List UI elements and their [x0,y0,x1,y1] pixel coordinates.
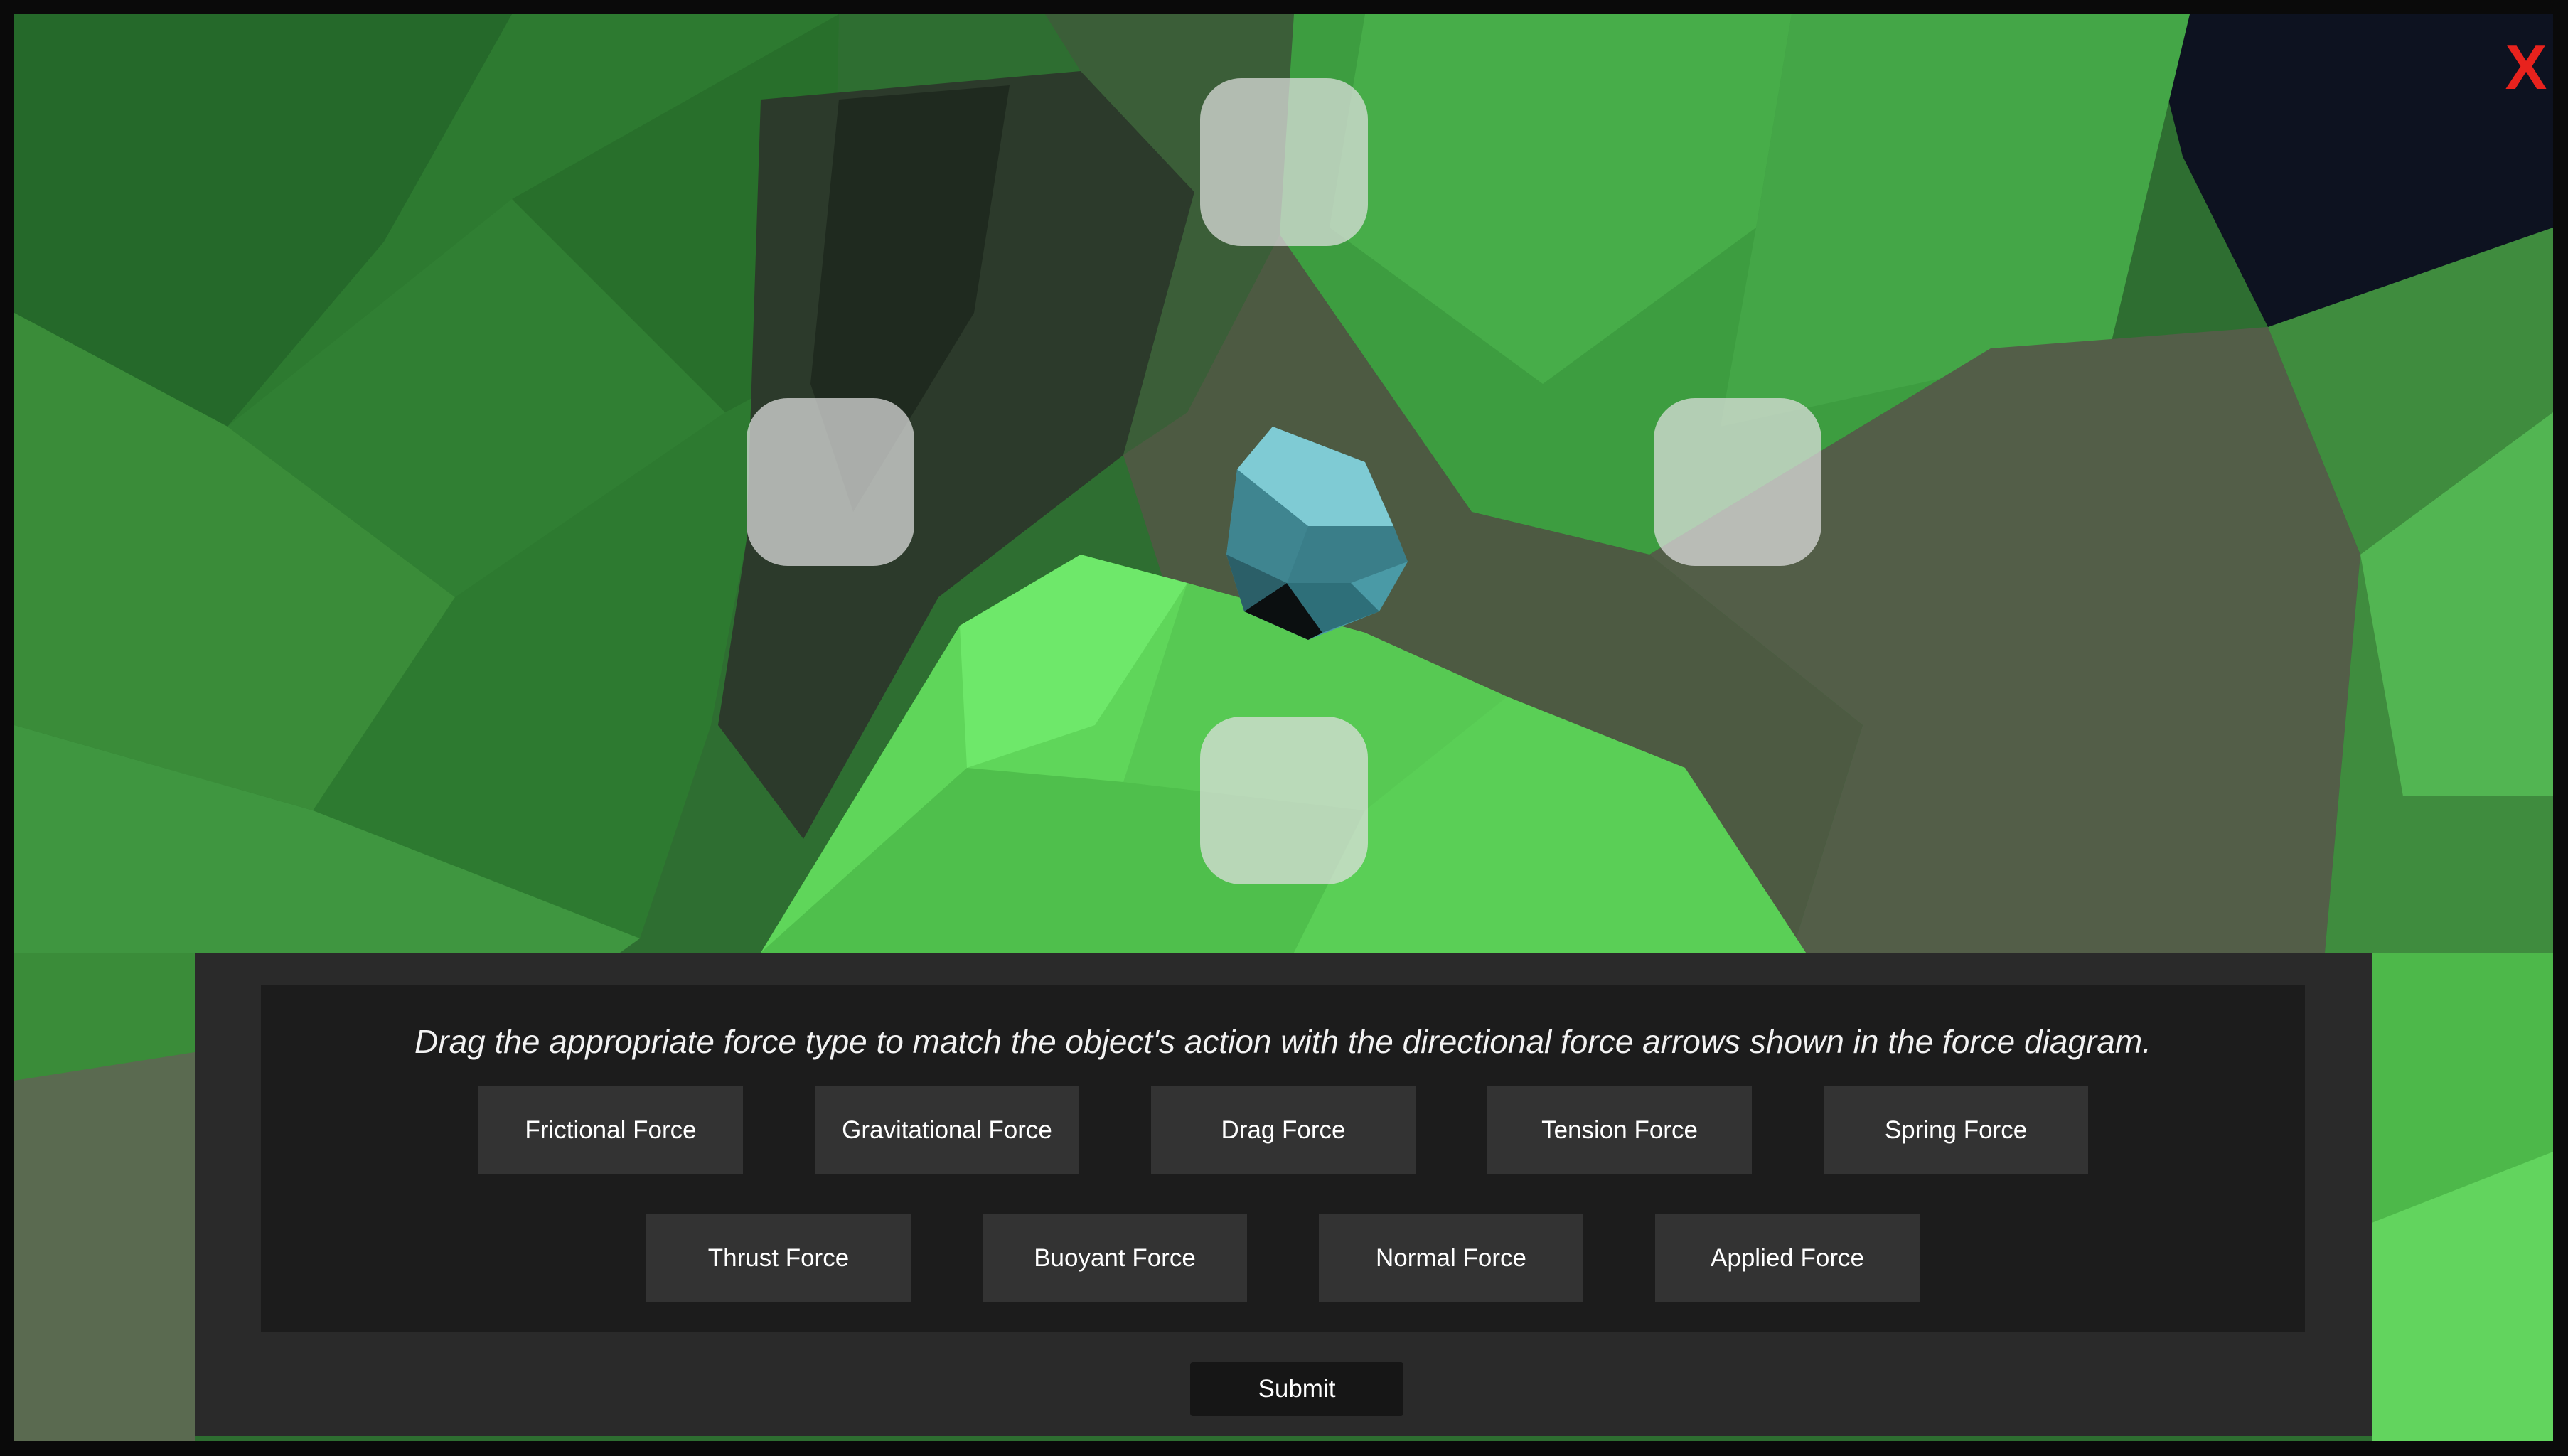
submit-button[interactable]: Submit [1190,1362,1403,1416]
force-option-drag[interactable]: Drag Force [1151,1086,1416,1174]
game-viewport: X Drag the appropriate force type to mat… [14,14,2553,1441]
force-option-thrust[interactable]: Thrust Force [646,1214,911,1302]
drop-slot-top[interactable] [1200,78,1368,246]
force-option-spring[interactable]: Spring Force [1824,1086,2088,1174]
force-option-tension[interactable]: Tension Force [1487,1086,1752,1174]
drop-slot-bottom[interactable] [1200,717,1368,884]
force-option-frictional[interactable]: Frictional Force [478,1086,743,1174]
force-option-gravitational[interactable]: Gravitational Force [815,1086,1079,1174]
drop-slot-left[interactable] [747,398,914,566]
force-question-panel: Drag the appropriate force type to match… [195,953,2372,1436]
drop-slot-right[interactable] [1654,398,1821,566]
force-options-container: Drag the appropriate force type to match… [261,985,2305,1332]
force-option-buoyant[interactable]: Buoyant Force [983,1214,1247,1302]
close-icon[interactable]: X [2494,36,2553,100]
force-option-normal[interactable]: Normal Force [1319,1214,1583,1302]
force-option-applied[interactable]: Applied Force [1655,1214,1920,1302]
instruction-text: Drag the appropriate force type to match… [414,1023,2151,1060]
